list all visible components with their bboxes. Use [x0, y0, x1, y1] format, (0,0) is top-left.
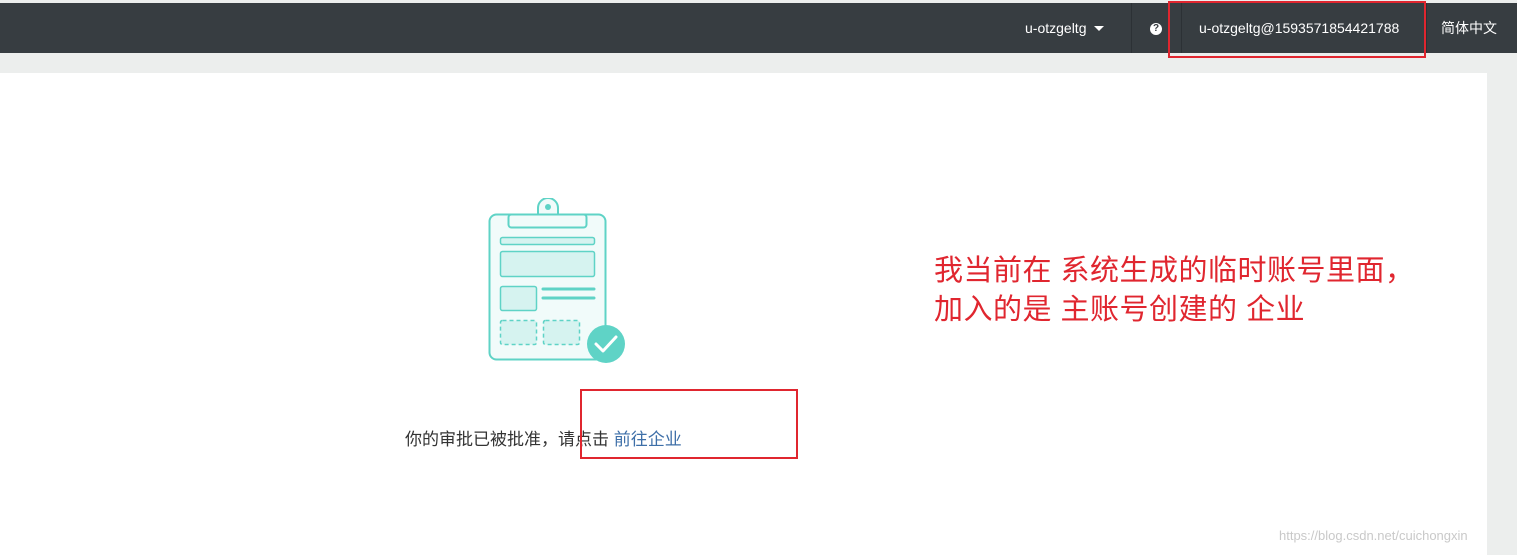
watermark: https://blog.csdn.net/cuichongxin [1279, 528, 1468, 543]
divider [1131, 3, 1132, 53]
annotation-line-1: 我当前在 系统生成的临时账号里面， [934, 255, 1415, 287]
annotation-note: 我当前在 系统生成的临时账号里面， 加入的是 主账号创建的 企业 [934, 252, 1454, 330]
chevron-down-icon [1094, 26, 1105, 31]
divider [1426, 3, 1427, 53]
approval-text: 你的审批已被批准，请点击 [405, 430, 609, 449]
annotation-highlight-account [1168, 1, 1426, 58]
clipboard-check-illustration [488, 197, 628, 373]
annotation-highlight-link [580, 389, 798, 459]
annotation-line-2: 加入的是 主账号创建的 企业 [934, 294, 1306, 326]
user-menu-dropdown[interactable]: u-otzgeltg [1025, 3, 1105, 53]
help-icon: ? [1150, 23, 1162, 36]
help-button[interactable]: ? [1150, 3, 1162, 53]
language-switch[interactable]: 简体中文 [1441, 3, 1497, 53]
username-label: u-otzgeltg [1025, 20, 1087, 36]
